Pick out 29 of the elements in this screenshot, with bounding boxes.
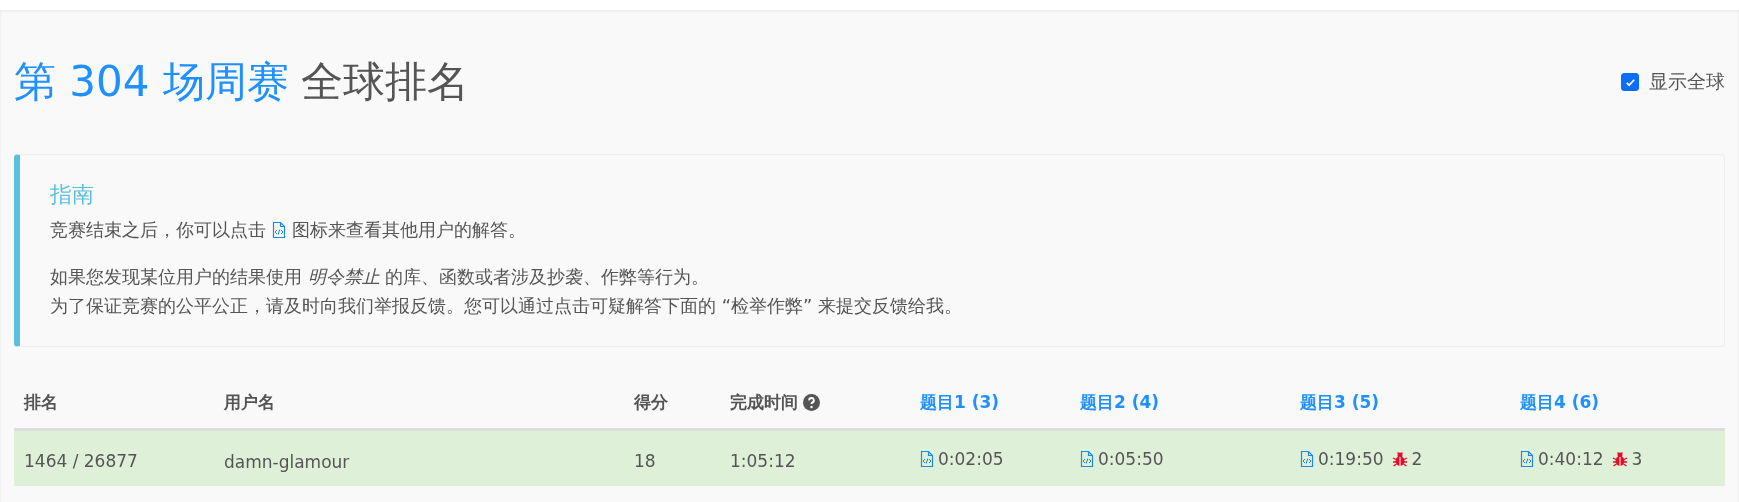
code-file-icon[interactable] bbox=[1300, 450, 1314, 468]
solve-time: 0:19:50 bbox=[1318, 449, 1384, 469]
score-cell: 18 bbox=[624, 429, 720, 486]
help-icon[interactable] bbox=[803, 394, 820, 411]
column-header: 完成时间 bbox=[730, 391, 798, 414]
bug-icon bbox=[1391, 451, 1408, 467]
code-file-icon[interactable] bbox=[272, 220, 286, 239]
finish-time-cell: 1:05:12 bbox=[720, 429, 910, 486]
username-link[interactable]: damn-glamour bbox=[214, 429, 624, 486]
wrong-submissions-count: 2 bbox=[1411, 449, 1423, 469]
contest-title[interactable]: 第 304 场周赛 bbox=[14, 54, 289, 110]
wrong-submissions-count: 3 bbox=[1631, 449, 1643, 469]
guide-text: 如果您发现某位用户的结果使用 明令禁止 的库、函数或者涉及抄袭、作弊等行为。 bbox=[50, 265, 711, 289]
code-file-icon[interactable] bbox=[1520, 450, 1534, 468]
solve-time: 0:02:05 bbox=[938, 449, 1004, 469]
checkbox-label[interactable]: 显示全球 bbox=[1649, 69, 1725, 95]
bug-icon bbox=[1611, 451, 1628, 467]
rank-cell: 1464 / 26877 bbox=[14, 429, 214, 486]
checkbox[interactable] bbox=[1621, 73, 1639, 91]
guide-text: 图标来查看其他用户的解答。 bbox=[292, 218, 526, 242]
guide-heading: 指南 bbox=[50, 181, 94, 209]
guide-text: 竞赛结束之后，你可以点击 bbox=[50, 218, 266, 242]
code-file-icon[interactable] bbox=[1080, 450, 1094, 468]
guide-text: 为了保证竞赛的公平公正，请及时向我们举报反馈。您可以通过点击可疑解答下面的 “检举作弊” 来提交反馈给我。 bbox=[50, 294, 964, 318]
page-title: 全球排名 bbox=[300, 56, 469, 108]
solve-time: 0:40:12 bbox=[1538, 449, 1604, 469]
checkmark-icon bbox=[1624, 76, 1636, 88]
code-file-icon[interactable] bbox=[920, 450, 934, 468]
solve-time: 0:05:50 bbox=[1098, 449, 1164, 469]
